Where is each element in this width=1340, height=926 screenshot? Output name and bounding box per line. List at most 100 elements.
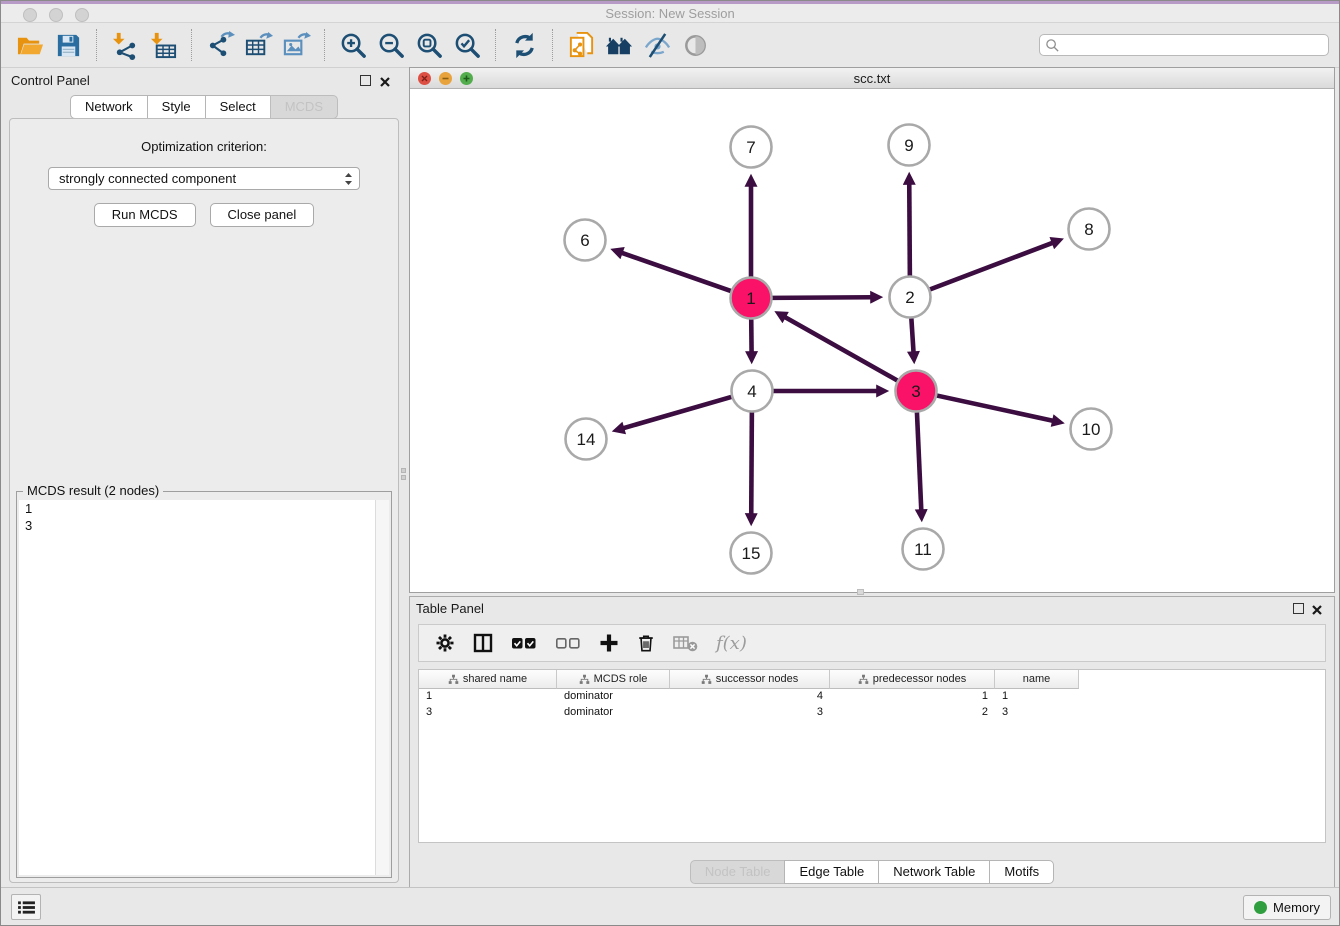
- result-scrollbar[interactable]: [375, 500, 389, 875]
- show-panels-menu-button[interactable]: [11, 894, 41, 920]
- close-panel-button[interactable]: Close panel: [210, 203, 315, 227]
- node-9[interactable]: 9: [889, 125, 930, 166]
- deselect-all-icon[interactable]: [555, 631, 581, 655]
- node-label: 4: [747, 382, 756, 401]
- table-toolbar: f(x): [418, 624, 1326, 662]
- tab-mcds[interactable]: MCDS: [270, 95, 338, 119]
- node-label: 1: [746, 289, 755, 308]
- tab-select[interactable]: Select: [205, 95, 271, 119]
- node-4[interactable]: 4: [732, 371, 773, 412]
- zoom-fit-icon[interactable]: [410, 27, 448, 63]
- delete-icon[interactable]: [637, 631, 655, 655]
- node-2[interactable]: 2: [890, 277, 931, 318]
- node-label: 15: [742, 544, 761, 563]
- export-image-icon[interactable]: [277, 27, 315, 63]
- show-view-icon[interactable]: [676, 27, 714, 63]
- node-7[interactable]: 7: [731, 127, 772, 168]
- tab-edge-table[interactable]: Edge Table: [784, 860, 879, 884]
- column-header-label: shared name: [463, 673, 527, 685]
- node-label: 9: [904, 136, 913, 155]
- table-cell: 3: [419, 705, 557, 721]
- tab-motifs[interactable]: Motifs: [989, 860, 1054, 884]
- float-table-panel-icon[interactable]: [1293, 603, 1304, 614]
- application-window: Session: New Session Control Panel Netwo…: [0, 0, 1340, 926]
- edge-2-8[interactable]: [930, 243, 1053, 290]
- edge-4-15[interactable]: [751, 412, 752, 514]
- edge-1-2[interactable]: [772, 297, 871, 298]
- open-session-icon[interactable]: [11, 27, 49, 63]
- column-header-shared-name[interactable]: shared name: [419, 670, 557, 689]
- edge-3-11[interactable]: [917, 412, 921, 510]
- node-label: 14: [577, 430, 596, 449]
- edge-1-6[interactable]: [621, 253, 730, 291]
- search-input[interactable]: [1064, 35, 1324, 55]
- settings-icon[interactable]: [435, 631, 455, 655]
- tab-network-table[interactable]: Network Table: [878, 860, 990, 884]
- hierarchy-icon: [448, 674, 459, 685]
- import-network-icon[interactable]: [106, 27, 144, 63]
- control-panel-title: Control Panel: [11, 73, 90, 88]
- add-icon[interactable]: [599, 631, 619, 655]
- edge-3-10[interactable]: [937, 396, 1053, 421]
- node-8[interactable]: 8: [1069, 209, 1110, 250]
- search-icon: [1045, 38, 1060, 53]
- node-10[interactable]: 10: [1071, 409, 1112, 450]
- node-3[interactable]: 3: [896, 371, 937, 412]
- column-header-successor-nodes[interactable]: successor nodes: [670, 670, 830, 689]
- mcds-result-textarea[interactable]: 13: [19, 500, 389, 875]
- export-network-icon[interactable]: [201, 27, 239, 63]
- clone-network-icon[interactable]: [562, 27, 600, 63]
- table-row[interactable]: 1dominator411: [419, 689, 1325, 705]
- edge-2-9[interactable]: [909, 183, 910, 275]
- float-panel-icon[interactable]: [360, 75, 371, 86]
- hierarchy-icon: [579, 674, 590, 685]
- toolbar-separator: [495, 29, 496, 61]
- close-table-panel-icon[interactable]: [1311, 603, 1323, 615]
- close-panel-icon[interactable]: [379, 75, 391, 87]
- hide-graphics-details-icon[interactable]: [638, 27, 676, 63]
- edge-3-1[interactable]: [785, 317, 898, 381]
- select-all-icon[interactable]: [511, 631, 537, 655]
- zoom-out-icon[interactable]: [372, 27, 410, 63]
- column-header-mcds-role[interactable]: MCDS role: [557, 670, 670, 689]
- node-11[interactable]: 11: [903, 529, 944, 570]
- memory-button[interactable]: Memory: [1243, 895, 1331, 920]
- tab-style[interactable]: Style: [147, 95, 206, 119]
- edge-2-3[interactable]: [911, 318, 913, 352]
- column-header-label: name: [1023, 673, 1051, 685]
- table-cell: 3: [995, 705, 1079, 721]
- refresh-view-icon[interactable]: [505, 27, 543, 63]
- node-6[interactable]: 6: [565, 220, 606, 261]
- select-stepper-icon: [343, 171, 354, 187]
- tab-network[interactable]: Network: [70, 95, 148, 119]
- zoom-selected-icon[interactable]: [448, 27, 486, 63]
- toolbar-separator: [96, 29, 97, 61]
- vertical-splitter-grip[interactable]: [401, 468, 408, 484]
- table-row[interactable]: 3dominator323: [419, 705, 1325, 721]
- run-mcds-button[interactable]: Run MCDS: [94, 203, 196, 227]
- horizontal-splitter-grip[interactable]: [857, 589, 864, 595]
- search-box[interactable]: [1039, 34, 1329, 56]
- edge-4-14[interactable]: [623, 397, 731, 428]
- save-session-icon[interactable]: [49, 27, 87, 63]
- column-header-predecessor-nodes[interactable]: predecessor nodes: [830, 670, 995, 689]
- menu-list-icon: [17, 900, 36, 915]
- column-header-name[interactable]: name: [995, 670, 1079, 689]
- export-table-icon[interactable]: [239, 27, 277, 63]
- node-label: 3: [911, 382, 920, 401]
- node-14[interactable]: 14: [566, 419, 607, 460]
- optimization-criterion-select[interactable]: strongly connected component: [48, 167, 360, 190]
- home-icon[interactable]: [600, 27, 638, 63]
- mcds-result-group: MCDS result (2 nodes) 13: [16, 491, 392, 878]
- tab-node-table[interactable]: Node Table: [690, 860, 786, 884]
- mcds-result-node: 3: [19, 517, 389, 534]
- network-window-titlebar[interactable]: scc.txt: [410, 68, 1334, 89]
- node-1[interactable]: 1: [731, 278, 772, 319]
- toggle-panel-icon[interactable]: [473, 631, 493, 655]
- optimization-criterion-value: strongly connected component: [59, 171, 236, 186]
- zoom-in-icon[interactable]: [334, 27, 372, 63]
- memory-button-label: Memory: [1273, 900, 1320, 915]
- import-table-icon[interactable]: [144, 27, 182, 63]
- node-15[interactable]: 15: [731, 533, 772, 574]
- network-canvas[interactable]: 7 9 6 8 1 2 4 3 14 10 15 11: [410, 89, 1334, 592]
